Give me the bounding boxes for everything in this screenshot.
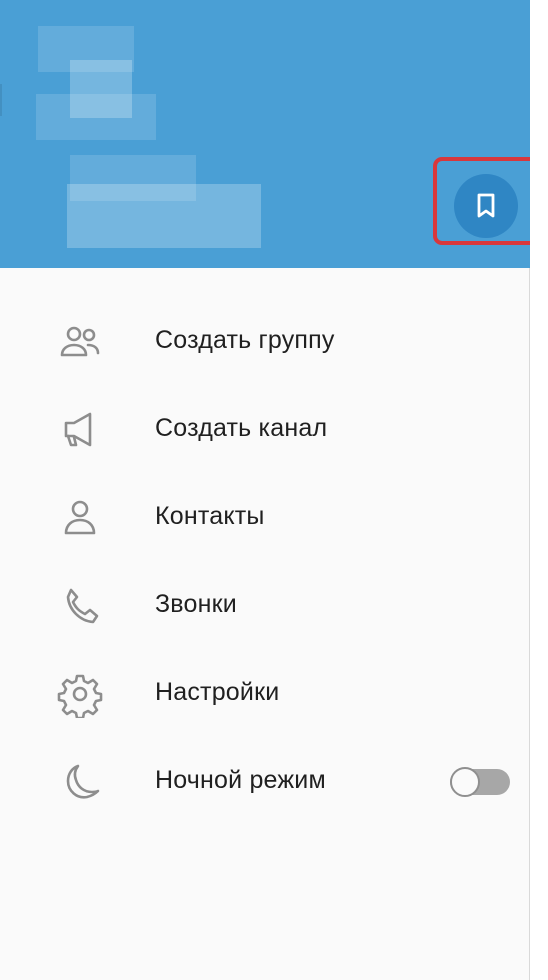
moon-icon — [56, 758, 104, 806]
menu-item-create-group-label: Создать группу — [155, 326, 335, 354]
menu-item-create-channel[interactable]: Создать канал — [0, 386, 530, 474]
profile-phone-blur — [67, 184, 261, 248]
menu-item-calls-label: Звонки — [155, 590, 237, 618]
menu-item-create-channel-label: Создать канал — [155, 414, 328, 442]
menu-item-night-mode[interactable]: Ночной режим — [0, 738, 530, 826]
group-icon — [56, 318, 104, 366]
menu-item-settings[interactable]: Настройки — [0, 650, 530, 738]
megaphone-icon — [56, 406, 104, 454]
user-icon — [56, 494, 104, 542]
menu-item-contacts-label: Контакты — [155, 502, 265, 530]
profile-avatar-blur-lower — [36, 94, 156, 140]
profile-header — [0, 0, 530, 268]
gear-icon — [56, 670, 104, 718]
menu-item-calls[interactable]: Звонки — [0, 562, 530, 650]
night-mode-toggle[interactable] — [450, 767, 510, 797]
menu-item-settings-label: Настройки — [155, 678, 280, 706]
bookmark-icon — [477, 193, 495, 218]
menu-item-create-group[interactable]: Создать группу — [0, 298, 530, 386]
saved-messages-button[interactable] — [454, 174, 518, 238]
side-menu-panel: Создать группу Создать канал Контакты Зв… — [0, 0, 530, 980]
night-mode-toggle-knob — [450, 767, 480, 797]
menu-item-night-mode-label: Ночной режим — [155, 766, 326, 794]
phone-icon — [56, 582, 104, 630]
main-menu: Создать группу Создать канал Контакты Зв… — [0, 298, 530, 826]
menu-item-contacts[interactable]: Контакты — [0, 474, 530, 562]
left-edge-accent — [0, 84, 2, 116]
